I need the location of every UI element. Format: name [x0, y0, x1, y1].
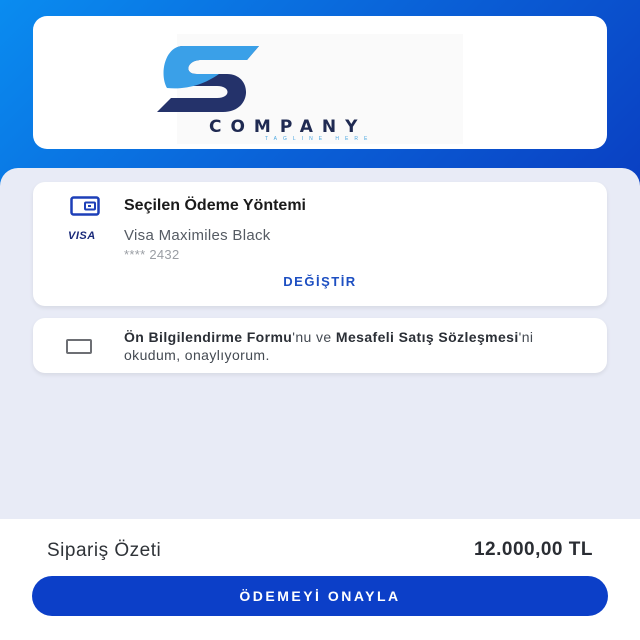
- company-tagline: TAGLINE HERE: [265, 136, 374, 142]
- preliminary-form-link[interactable]: Ön Bilgilendirme Formu: [124, 329, 292, 345]
- change-payment-button[interactable]: DEĞİŞTİR: [253, 274, 387, 294]
- order-summary-label: Sipariş Özeti: [47, 540, 162, 561]
- agreement-text[interactable]: Ön Bilgilendirme Formu'nu ve Mesafeli Sa…: [124, 328, 584, 364]
- agreement-checkbox[interactable]: [66, 339, 92, 354]
- company-name: COMPANY: [209, 117, 367, 137]
- company-logo-card: COMPANY TAGLINE HERE: [33, 16, 607, 149]
- agreement-card: Ön Bilgilendirme Formu'nu ve Mesafeli Sa…: [33, 318, 607, 373]
- visa-logo-icon: VISA: [68, 230, 96, 242]
- payment-method-card: Seçilen Ödeme Yöntemi VISA Visa Maximile…: [33, 182, 607, 306]
- card-number: **** 2432: [124, 247, 180, 262]
- distance-contract-link[interactable]: Mesafeli Satış Sözleşmesi: [336, 329, 519, 345]
- confirm-payment-button[interactable]: ÖDEMEYİ ONAYLA: [32, 576, 608, 616]
- payment-method-title: Seçilen Ödeme Yöntemi: [124, 197, 306, 214]
- card-name: Visa Maximiles Black: [124, 227, 271, 244]
- order-total: 12.000,00 TL: [473, 539, 593, 560]
- order-summary-footer: Sipariş Özeti 12.000,00 TL ÖDEMEYİ ONAYL…: [0, 519, 640, 640]
- agreement-text-part: 'nu ve: [292, 329, 336, 345]
- wallet-icon: [70, 196, 100, 216]
- company-logo-icon: [157, 46, 259, 112]
